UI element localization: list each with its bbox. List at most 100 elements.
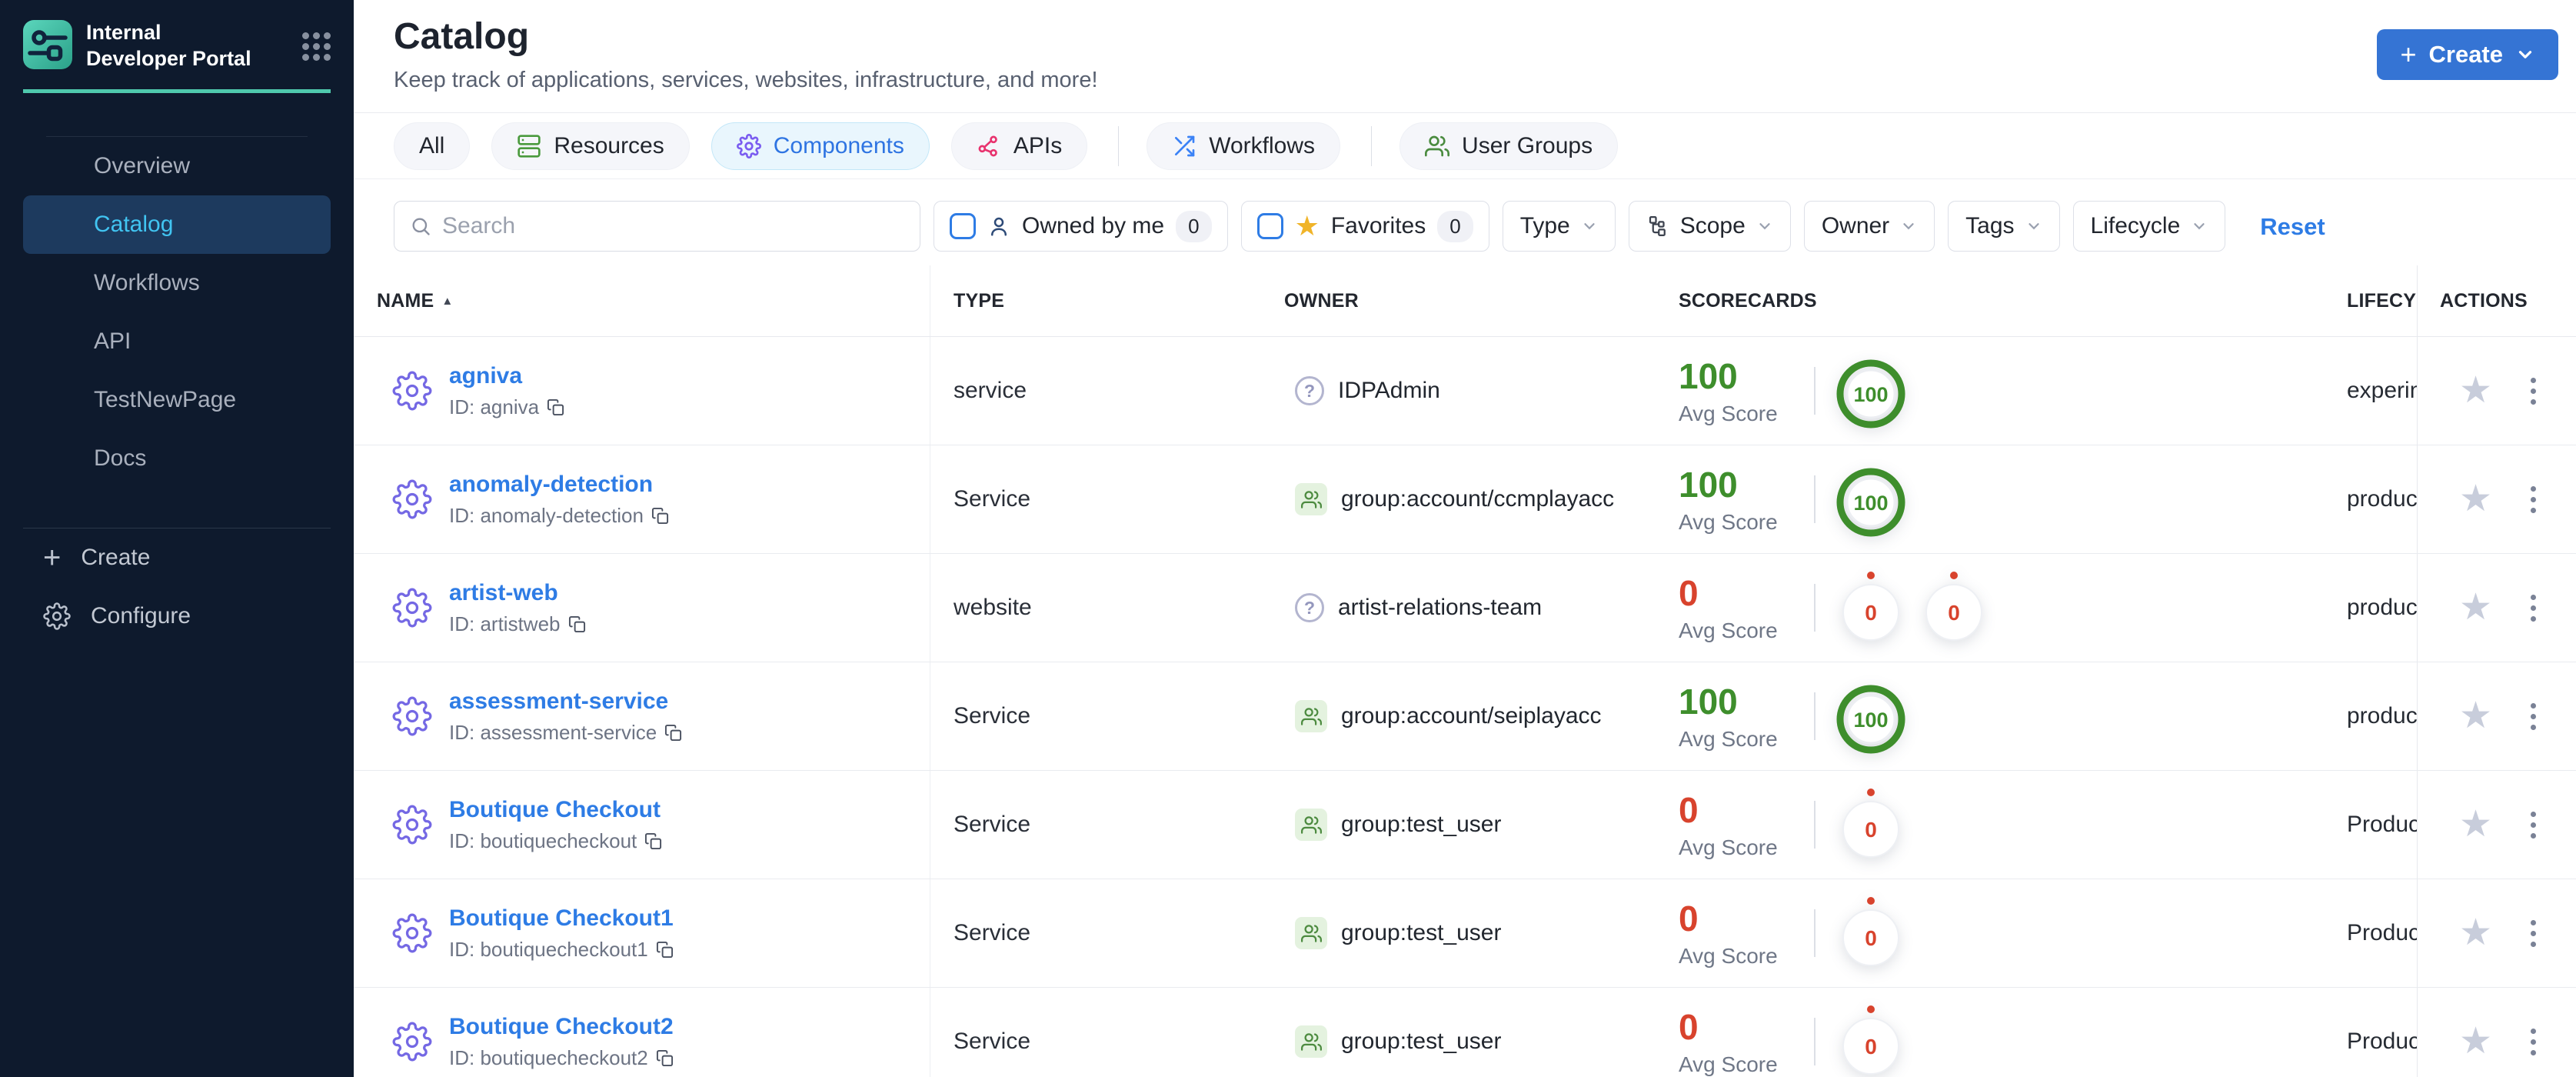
column-header-actions: Actions [2417,265,2576,336]
name-stack: anomaly-detection ID: anomaly-detection [449,472,669,528]
search-input[interactable] [442,213,904,239]
owned-by-me-filter[interactable]: Owned by me 0 [934,201,1228,252]
type-value: website [954,595,1032,620]
favorites-filter[interactable]: ★ Favorites 0 [1240,201,1489,252]
component-name-link[interactable]: agniva [449,363,522,388]
score-rings: 0 [1835,785,1906,865]
sidebar-configure-button[interactable]: Configure [0,587,354,645]
sidebar-item-api[interactable]: API [23,312,331,371]
favorite-star-icon[interactable]: ★ [2459,481,2492,518]
favorite-star-icon[interactable]: ★ [2459,372,2492,409]
component-gear-icon [392,479,432,519]
column-header-name[interactable]: Name ▲ [354,265,930,336]
type-dropdown[interactable]: Type [1502,201,1616,252]
type-value: Service [954,920,1031,945]
owner-group-icon [1295,1025,1327,1058]
filter-bar: Owned by me 0 ★ Favorites 0 Type Scope O… [354,179,2576,265]
tab-workflows-label: Workflows [1209,132,1316,158]
copy-icon[interactable] [644,832,662,850]
kebab-menu-icon[interactable] [2526,915,2541,952]
kebab-menu-icon[interactable] [2526,482,2541,518]
sidebar-item-testnewpage[interactable]: TestNewPage [23,371,331,429]
reset-filters-link[interactable]: Reset [2260,213,2325,241]
favorite-star-icon[interactable]: ★ [2459,806,2492,843]
copy-icon[interactable] [547,398,564,416]
copy-icon[interactable] [664,724,682,742]
favorite-star-icon[interactable]: ★ [2459,1023,2492,1060]
svg-text:100: 100 [1853,383,1888,406]
create-button[interactable]: + Create [2377,29,2558,80]
avg-score-value: 100 [1679,682,1738,722]
svg-text:100: 100 [1853,709,1888,732]
component-name-link[interactable]: Boutique Checkout2 [449,1014,674,1039]
type-dropdown-label: Type [1519,213,1570,238]
svg-text:0: 0 [1948,601,1960,625]
kebab-menu-icon[interactable] [2526,807,2541,843]
component-gear-icon [392,913,432,953]
favorite-star-icon[interactable]: ★ [2459,915,2492,952]
copy-icon[interactable] [568,615,586,633]
owner-dropdown[interactable]: Owner [1803,201,1935,252]
avg-score-label: Avg Score [1679,944,1778,968]
owner-value: artist-relations-team [1338,595,1543,620]
copy-icon[interactable] [651,507,669,525]
kebab-menu-icon[interactable] [2526,699,2541,735]
tab-all[interactable]: All [394,122,471,170]
component-name-link[interactable]: assessment-service [449,689,668,714]
scope-dropdown[interactable]: Scope [1628,201,1791,252]
sidebar-item-overview[interactable]: Overview [23,137,331,195]
kebab-menu-icon[interactable] [2526,373,2541,409]
plus-icon: + [43,540,62,575]
app-switcher-grid-icon[interactable] [302,32,331,61]
component-id-row: ID: boutiquecheckout1 [449,938,674,962]
chevron-down-icon [2028,223,2039,230]
avg-score-label: Avg Score [1679,619,1778,642]
component-name-link[interactable]: anomaly-detection [449,472,653,497]
name-stack: agniva ID: agniva [449,363,564,419]
owned-by-me-checkbox[interactable] [950,213,976,239]
tab-user-groups[interactable]: User Groups [1399,122,1619,170]
tab-all-label: All [419,132,445,158]
chevron-down-icon [1759,223,1770,230]
svg-text:0: 0 [1865,926,1877,950]
sidebar-item-workflows[interactable]: Workflows [23,254,331,312]
column-header-scorecards[interactable]: Scorecards [1671,265,2268,336]
app-root: Internal Developer Portal Overview Catal… [0,0,2576,1077]
kebab-menu-icon[interactable] [2526,1024,2541,1060]
create-button-label: Create [2428,41,2504,68]
lifecycle-value: production [2347,703,2417,729]
favorite-star-icon[interactable]: ★ [2459,589,2492,626]
favorites-checkbox[interactable] [1256,213,1283,239]
owner-value: group:test_user [1341,920,1502,945]
copy-icon[interactable] [656,1049,674,1067]
divider [1814,367,1816,415]
component-id: ID: anomaly-detection [449,503,644,527]
avg-score-value: 0 [1679,573,1699,613]
sidebar-create-button[interactable]: + Create [0,528,354,587]
score-rings: 0 [1835,1002,1906,1077]
tab-resources[interactable]: Resources [491,122,690,170]
component-id: ID: boutiquecheckout [449,829,637,852]
tab-components[interactable]: Components [711,122,930,170]
table-header: Name ▲ Type Owner Scorecards Lifecycle A… [354,265,2576,337]
component-name-link[interactable]: Boutique Checkout1 [449,905,674,931]
column-header-lifecycle[interactable]: Lifecycle [2268,265,2417,336]
copy-icon[interactable] [656,941,674,959]
tab-workflows[interactable]: Workflows [1147,122,1341,170]
column-header-type[interactable]: Type [930,265,1261,336]
component-name-link[interactable]: artist-web [449,580,558,605]
lifecycle-dropdown[interactable]: Lifecycle [2072,201,2226,252]
tab-resources-label: Resources [554,132,664,158]
component-name-link[interactable]: Boutique Checkout [449,797,661,822]
sidebar-item-catalog[interactable]: Catalog [23,195,331,254]
avg-score-value: 0 [1679,899,1699,939]
page-subtitle: Keep track of applications, services, we… [394,68,1098,92]
tags-dropdown[interactable]: Tags [1948,201,2060,252]
favorite-star-icon[interactable]: ★ [2459,698,2492,735]
sidebar-item-docs[interactable]: Docs [23,429,331,488]
column-header-owner[interactable]: Owner [1261,265,1671,336]
divider [1814,801,1816,849]
user-icon [991,217,1007,236]
tab-apis[interactable]: APIs [950,122,1088,170]
kebab-menu-icon[interactable] [2526,590,2541,626]
